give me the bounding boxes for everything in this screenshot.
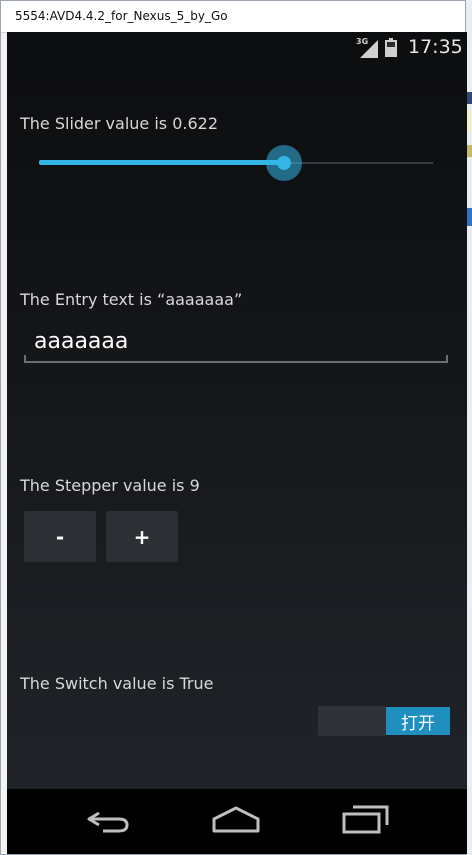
navigation-bar (7, 789, 467, 854)
recent-apps-icon[interactable] (341, 805, 389, 835)
status-clock: 17:35 (408, 36, 463, 58)
switch-on-thumb[interactable]: 打开 (386, 707, 450, 735)
signal-icon (360, 40, 378, 58)
text-entry-field[interactable]: aaaaaaa (24, 325, 449, 365)
battery-icon (385, 38, 397, 57)
status-bar: 3G 17:35 (7, 32, 467, 64)
stepper-value-label: The Stepper value is 9 (20, 476, 200, 495)
slider-thumb[interactable] (277, 156, 291, 170)
value-slider[interactable] (39, 145, 433, 181)
home-icon[interactable] (211, 805, 261, 835)
slider-value-label: The Slider value is 0.622 (20, 114, 219, 133)
toggle-switch[interactable]: 打开 (318, 706, 450, 736)
stepper-plus-button[interactable]: + (106, 511, 178, 562)
device-screen: 3G 17:35 The Slider value is 0.622 The E… (7, 32, 467, 854)
window-titlebar[interactable]: 5554:AVD4.4.2_for_Nexus_5_by_Go (1, 1, 465, 33)
stepper-minus-button[interactable]: - (24, 511, 96, 562)
emulator-window: 5554:AVD4.4.2_for_Nexus_5_by_Go 3G 17:35… (0, 0, 467, 855)
switch-value-label: The Switch value is True (20, 674, 214, 693)
slider-fill (39, 160, 284, 165)
entry-underline (24, 355, 448, 363)
back-icon[interactable] (85, 805, 133, 835)
switch-track (318, 706, 386, 736)
window-title: 5554:AVD4.4.2_for_Nexus_5_by_Go (15, 9, 228, 23)
entry-text-label: The Entry text is “aaaaaaa” (20, 290, 243, 309)
entry-value[interactable]: aaaaaaa (34, 329, 128, 354)
